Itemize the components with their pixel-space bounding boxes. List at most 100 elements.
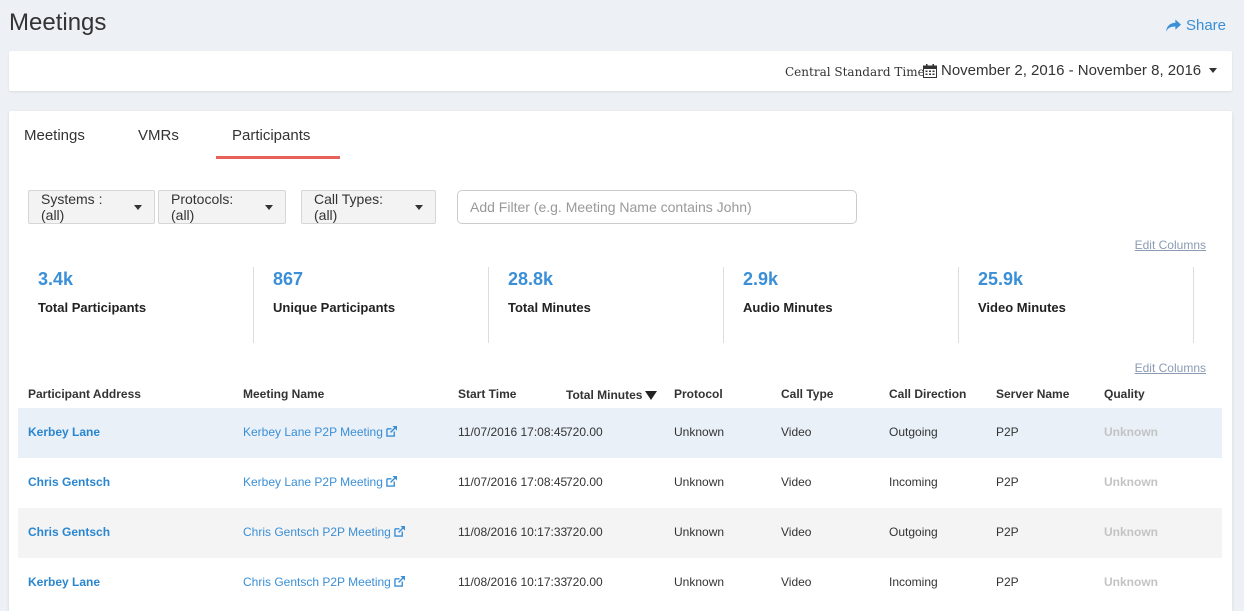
active-tab-indicator (216, 156, 340, 159)
server-name-cell: P2P (996, 425, 1019, 439)
col-meeting-name[interactable]: Meeting Name (243, 387, 324, 401)
quality-cell-text: Unknown (1104, 525, 1158, 539)
stat-label: Total Participants (38, 300, 147, 315)
participant-address-link-text: Kerbey Lane (28, 575, 101, 589)
start-time-cell-text: 11/08/2016 10:17:33 (458, 575, 568, 589)
protocols-filter-dropdown[interactable]: Protocols: (all) (158, 190, 286, 224)
participant-address-link[interactable]: Kerbey Lane (28, 575, 100, 589)
total-minutes-cell: 720.00 (566, 525, 603, 539)
call-type-cell: Video (781, 475, 811, 489)
participant-address-link[interactable]: Kerbey Lane (28, 425, 100, 439)
stat-label: Audio Minutes (743, 300, 833, 315)
col-quality[interactable]: Quality (1104, 387, 1145, 401)
add-filter-input[interactable] (457, 190, 857, 224)
chevron-down-icon (134, 204, 142, 210)
date-range-picker[interactable]: November 2, 2016 - November 8, 2016 (923, 62, 1218, 79)
server-name-cell-text: P2P (996, 475, 1019, 489)
protocol-cell-text: Unknown (674, 425, 725, 439)
total-minutes-cell-text: 720.00 (566, 425, 603, 439)
meeting-name-link[interactable]: Chris Gentsch P2P Meeting (243, 525, 405, 539)
quality-cell: Unknown (1104, 575, 1158, 589)
meeting-name-link[interactable]: Kerbey Lane P2P Meeting (243, 475, 397, 489)
server-name-cell: P2P (996, 525, 1019, 539)
page-title: Meetings (9, 9, 107, 36)
start-time-cell: 11/07/2016 17:08:45 (458, 425, 567, 439)
call-types-filter-dropdown[interactable]: Call Types: (all) (301, 190, 436, 224)
stat-value: 3.4k (38, 269, 74, 289)
quality-cell: Unknown (1104, 525, 1158, 539)
col-start-time[interactable]: Start Time (458, 387, 516, 401)
call-direction-cell-text: Outgoing (889, 525, 938, 539)
protocol-cell-text: Unknown (674, 575, 725, 589)
chevron-down-icon (1209, 68, 1218, 73)
tab-meetings[interactable]: Meetings (24, 127, 85, 144)
share-label: Share (1185, 17, 1226, 34)
timezone-label: Central Standard Time (785, 65, 925, 79)
total-minutes-cell-text: 720.00 (566, 575, 603, 589)
call-type-cell-text: Video (781, 525, 812, 539)
call-type-cell-text: Video (781, 475, 812, 489)
share-icon (1165, 18, 1181, 32)
col-protocol[interactable]: Protocol (674, 387, 723, 401)
stat-label: Video Minutes (978, 300, 1066, 315)
call-direction-cell: Outgoing (889, 425, 938, 439)
participant-address-link[interactable]: Chris Gentsch (28, 475, 110, 489)
protocol-cell: Unknown (674, 525, 724, 539)
call-direction-cell-text: Outgoing (889, 425, 938, 439)
call-direction-cell: Incoming (889, 475, 938, 489)
call-type-cell-text: Video (781, 425, 812, 439)
table-row[interactable]: Chris Gentsch Kerbey Lane P2P Meeting 11/0… (18, 458, 1222, 508)
call-direction-cell-text: Incoming (889, 475, 938, 489)
tab-vmrs[interactable]: VMRs (138, 127, 179, 144)
external-link-icon (394, 576, 405, 587)
stat-value: 25.9k (978, 269, 1024, 289)
meeting-name-link[interactable]: Chris Gentsch P2P Meeting (243, 575, 405, 589)
table-row[interactable]: Chris Gentsch Chris Gentsch P2P Meeting 11… (18, 508, 1222, 558)
start-time-cell-text: 11/07/2016 17:08:45 (458, 475, 568, 489)
meeting-name-link[interactable]: Kerbey Lane P2P Meeting (243, 425, 397, 439)
call-direction-cell-text: Incoming (889, 575, 938, 589)
quality-cell-text: Unknown (1104, 475, 1158, 489)
total-minutes-cell-text: 720.00 (566, 525, 603, 539)
server-name-cell: P2P (996, 475, 1019, 489)
server-name-cell-text: P2P (996, 525, 1019, 539)
participant-address-link[interactable]: Chris Gentsch (28, 525, 110, 539)
server-name-cell: P2P (996, 575, 1019, 589)
call-direction-cell: Outgoing (889, 525, 938, 539)
chevron-down-icon (415, 204, 423, 210)
participant-address-link-text: Chris Gentsch (28, 525, 111, 539)
protocol-cell: Unknown (674, 575, 724, 589)
col-server-name[interactable]: Server Name (996, 387, 1069, 401)
total-minutes-cell-text: 720.00 (566, 475, 603, 489)
col-participant-address[interactable]: Participant Address (28, 387, 141, 401)
systems-filter-label: Systems : (all) (41, 191, 103, 223)
col-call-direction[interactable]: Call Direction (889, 387, 966, 401)
stat-label: Unique Participants (273, 300, 396, 315)
tab-participants[interactable]: Participants (232, 127, 310, 144)
stat-total-minutes: 28.8k Total Minutes (489, 267, 724, 343)
total-minutes-cell: 720.00 (566, 575, 603, 589)
call-type-cell: Video (781, 425, 811, 439)
edit-columns-table-link[interactable]: Edit Columns (1135, 361, 1206, 375)
stat-value: 2.9k (743, 269, 779, 289)
share-button[interactable]: Share (1165, 17, 1226, 34)
col-total-minutes-label: Total Minutes (566, 388, 643, 402)
participant-address-link-text: Chris Gentsch (28, 475, 111, 489)
participant-address-link-text: Kerbey Lane (28, 425, 101, 439)
col-call-type[interactable]: Call Type (781, 387, 833, 401)
date-range-label: November 2, 2016 - November 8, 2016 (941, 62, 1202, 79)
call-type-cell: Video (781, 575, 811, 589)
meeting-name-link-text: Chris Gentsch P2P Meeting (243, 525, 391, 539)
external-link-icon (386, 426, 397, 437)
chevron-down-icon (265, 204, 273, 210)
stat-audio-minutes: 2.9k Audio Minutes (724, 267, 959, 343)
edit-columns-stats-link[interactable]: Edit Columns (1135, 238, 1206, 252)
stat-unique-participants: 867 Unique Participants (254, 267, 489, 343)
table-row[interactable]: Kerbey Lane Kerbey Lane P2P Meeting 11/07/… (18, 408, 1222, 458)
systems-filter-dropdown[interactable]: Systems : (all) (28, 190, 155, 224)
table-row[interactable]: Kerbey Lane Chris Gentsch P2P Meeting 11/0… (18, 558, 1222, 608)
table-body: Kerbey Lane Kerbey Lane P2P Meeting 11/07/… (18, 408, 1222, 608)
col-total-minutes[interactable]: Total Minutes (566, 388, 658, 402)
call-direction-cell: Incoming (889, 575, 938, 589)
stat-label: Total Minutes (508, 300, 591, 315)
